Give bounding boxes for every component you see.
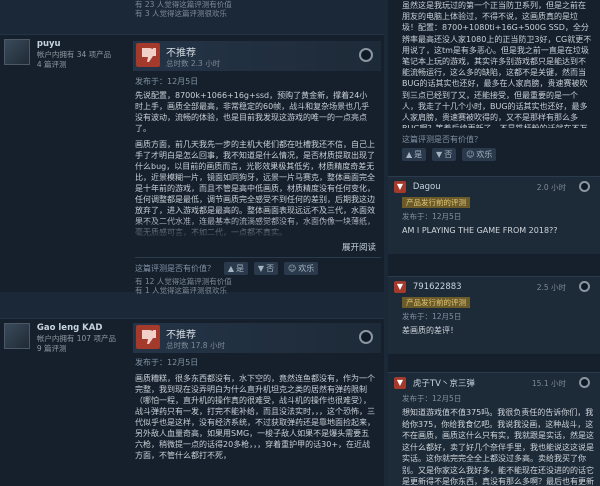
funny-count-text: 有 3 人觉得这篇评测很欢乐 xyxy=(135,9,228,18)
steam-icon xyxy=(359,48,373,62)
review-body: 虽然这是我玩过的第一个正当防卫系列，但是之前在朋友的电脑上体验过，不得不说，这画… xyxy=(402,1,592,128)
thumbs-down-icon: ▼ xyxy=(436,150,443,159)
vote-yes-label: 是 xyxy=(236,264,245,273)
thumbs-down-icon: ▼ xyxy=(394,181,406,193)
author-name[interactable]: Dagou xyxy=(413,182,441,192)
thumbs-down-icon: ▼ xyxy=(394,377,406,389)
vote-funny-button[interactable]: ☺ 欢乐 xyxy=(462,148,497,161)
review-card: puyu 帐户内拥有 34 项产品 4 篇评测 不推荐 总时数 2.3 小时 发… xyxy=(0,34,384,295)
review-body: 想知道游戏值不值375吗。我很负责任的告诉你们，我给你375，你给我食亿吧。我说… xyxy=(402,408,594,486)
smile-icon: ☺ xyxy=(287,264,297,273)
author-review-count[interactable]: 4 篇评测 xyxy=(37,60,123,70)
helpful-count-text: 有 12 人觉得这篇评测有价值 xyxy=(135,277,232,286)
previous-review-stats: 有 23 人觉得这篇评测有价值 有 3 人觉得这篇评测很欢乐 xyxy=(135,0,232,18)
author-name[interactable]: 虎子TV丶京三弹 xyxy=(413,377,475,389)
avatar[interactable] xyxy=(4,39,30,65)
avatar[interactable] xyxy=(4,323,30,349)
vote-funny-label: 欢乐 xyxy=(476,150,493,159)
steam-icon xyxy=(579,377,590,388)
helpful-question: 这篇评测是否有价值？ xyxy=(402,135,482,144)
text-fade xyxy=(133,217,381,241)
review-body: 画质糟糕，很多东西都没有，水下空的，竟然连鱼都没有，作为一个完整，我到现在没弄明… xyxy=(135,373,375,486)
vote-funny-label: 欢乐 xyxy=(298,264,315,273)
review-author[interactable]: Gao leng KAD 帐户内拥有 107 项产品 9 篇评测 xyxy=(4,323,124,354)
helpful-question: 这篇评测是否有价值？ xyxy=(135,264,215,273)
author-products: 帐户内拥有 107 项产品 xyxy=(36,334,116,343)
prerelease-badge: 产品发行前的评测 xyxy=(402,297,470,308)
review-list: 有 23 人觉得这篇评测有价值 有 3 人觉得这篇评测很欢乐 puyu 帐户内拥… xyxy=(0,0,384,486)
steam-icon xyxy=(579,281,590,292)
helpful-vote-row: 这篇评测是否有价值？ ▲ 是 ▼ 否 ☺ 欢乐 xyxy=(402,134,592,161)
thumbs-down-icon: ▼ xyxy=(394,281,406,293)
playtime: 总时数 17.8 小时 xyxy=(166,341,225,350)
review-body: AM I PLAYING THE GAME FROM 2018?? xyxy=(402,226,558,235)
thumbs-up-icon: ▲ xyxy=(227,264,235,273)
author-name[interactable]: 791622883 xyxy=(413,282,462,292)
smile-icon: ☺ xyxy=(466,150,475,159)
playtime: 2.0 小时 xyxy=(536,183,566,192)
verdict-label: 不推荐 xyxy=(166,48,196,59)
review-card: Gao leng KAD 帐户内拥有 107 项产品 9 篇评测 不推荐 总时数… xyxy=(0,318,384,486)
playtime: 2.5 小时 xyxy=(536,283,566,292)
posted-date: 发布于：12月5日 xyxy=(135,77,199,86)
posted-date: 发布于：12月5日 xyxy=(402,394,462,403)
playtime: 总时数 2.3 小时 xyxy=(166,59,221,68)
vote-no-button[interactable]: ▼ 否 xyxy=(253,262,279,275)
review-paragraph: 画质糟糕，很多东西都没有，水下空的，竟然连鱼都没有，作为一个完整，我到现在没弄明… xyxy=(135,374,375,460)
review-card: ▼ Dagou 2.0 小时 产品发行前的评测 发布于：12月5日 AM I P… xyxy=(388,176,600,254)
author-name[interactable]: puyu xyxy=(37,39,123,50)
verdict-header[interactable]: 不推荐 总时数 2.3 小时 xyxy=(133,41,381,71)
comment-header[interactable]: ▼ Dagou 2.0 小时 xyxy=(394,181,594,195)
comment-header[interactable]: ▼ 虎子TV丶京三弹 15.1 小时 xyxy=(394,377,594,391)
read-more-link[interactable]: 展开阅读 xyxy=(342,241,376,253)
verdict-header[interactable]: 不推荐 总时数 17.8 小时 xyxy=(133,323,381,353)
review-card: ▼ 791622883 2.5 小时 产品发行前的评测 发布于：12月5日 差画… xyxy=(388,276,600,354)
thumbs-up-icon: ▲ xyxy=(406,150,413,159)
vote-no-button[interactable]: ▼ 否 xyxy=(432,148,457,161)
thumbs-down-icon: ▼ xyxy=(257,264,265,273)
vote-no-label: 否 xyxy=(266,264,275,273)
author-review-count[interactable]: 9 篇评测 xyxy=(37,344,123,354)
funny-count-text: 有 1 人觉得这篇评测很欢乐 xyxy=(135,286,228,295)
posted-date: 发布于：12月5日 xyxy=(402,212,462,221)
author-name[interactable]: Gao leng KAD xyxy=(37,323,123,334)
helpful-stats: 有 12 人觉得这篇评测有价值 有 1 人觉得这篇评测很欢乐 xyxy=(135,277,232,295)
comment-header[interactable]: ▼ 791622883 2.5 小时 xyxy=(394,281,594,295)
verdict-label: 不推荐 xyxy=(166,330,196,341)
review-paragraph: 先说配置，8700k+1066+16g+ssd，预购了黄金新，撑着24小时上手，… xyxy=(135,91,370,133)
author-info: puyu 帐户内拥有 34 项产品 4 篇评测 xyxy=(37,39,123,70)
steam-icon xyxy=(359,330,373,344)
review-card: ▼ 虎子TV丶京三弹 15.1 小时 发布于：12月5日 想知道游戏值不值375… xyxy=(388,372,600,486)
thumbs-down-icon xyxy=(136,43,160,67)
author-info: Gao leng KAD 帐户内拥有 107 项产品 9 篇评测 xyxy=(37,323,123,354)
steam-icon xyxy=(579,181,590,192)
thumbs-down-icon xyxy=(136,325,160,349)
vote-yes-label: 是 xyxy=(414,150,423,159)
posted-date: 发布于：12月5日 xyxy=(135,358,199,367)
helpful-count-text: 有 23 人觉得这篇评测有价值 xyxy=(135,0,232,9)
vote-funny-button[interactable]: ☺ 欢乐 xyxy=(283,262,319,275)
vote-yes-button[interactable]: ▲ 是 xyxy=(223,262,249,275)
review-author[interactable]: puyu 帐户内拥有 34 项产品 4 篇评测 xyxy=(4,39,124,70)
playtime: 15.1 小时 xyxy=(531,379,566,388)
posted-date: 发布于：12月5日 xyxy=(402,312,462,321)
review-body: 差画质的差评！ xyxy=(402,326,458,335)
comment-column: 虽然这是我玩过的第一个正当防卫系列，但是之前在朋友的电脑上体验过，不得不说，这画… xyxy=(388,0,600,486)
author-products: 帐户内拥有 34 项产品 xyxy=(36,50,112,59)
vote-yes-button[interactable]: ▲ 是 xyxy=(402,148,427,161)
prerelease-badge: 产品发行前的评测 xyxy=(402,197,470,208)
helpful-vote-row: 这篇评测是否有价值？ ▲ 是 ▼ 否 ☺ 欢乐 xyxy=(135,257,381,275)
vote-no-label: 否 xyxy=(444,150,453,159)
